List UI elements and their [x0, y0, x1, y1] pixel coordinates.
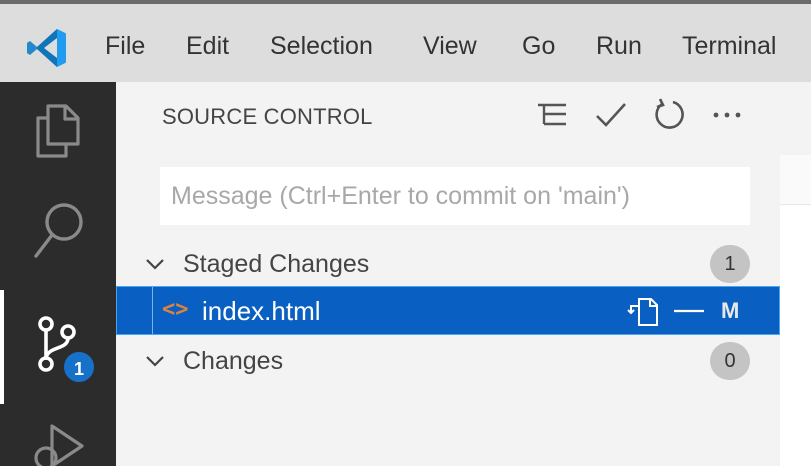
changes-label: Changes — [183, 347, 284, 375]
editor-breadcrumb-bar — [780, 155, 811, 205]
html-file-icon: <> — [162, 297, 189, 322]
staged-changes-label: Staged Changes — [183, 250, 370, 278]
chevron-down-icon — [146, 356, 164, 367]
menu-edit[interactable]: Edit — [186, 28, 229, 64]
menu-bar: File Edit Selection View Go Run Terminal — [0, 0, 811, 82]
menu-go[interactable]: Go — [522, 28, 555, 64]
more-actions-icon[interactable] — [708, 96, 746, 134]
menu-view[interactable]: View — [423, 28, 477, 64]
files-icon[interactable] — [26, 100, 90, 164]
commit-check-icon[interactable] — [592, 96, 630, 134]
staged-count-badge: 1 — [710, 245, 750, 283]
editor-tab-bar — [780, 82, 811, 155]
staged-changes-group[interactable]: Staged Changes 1 — [116, 241, 780, 287]
active-indicator — [0, 290, 4, 404]
scm-badge: 1 — [62, 350, 96, 384]
search-icon[interactable] — [26, 198, 90, 262]
file-name: index.html — [202, 296, 321, 326]
view-as-tree-icon[interactable] — [534, 96, 572, 134]
vscode-window: File Edit Selection View Go Run Terminal — [0, 0, 811, 466]
menu-run[interactable]: Run — [596, 28, 642, 64]
run-debug-icon[interactable] — [26, 418, 90, 466]
refresh-icon[interactable] — [650, 96, 688, 134]
open-file-icon[interactable] — [625, 293, 661, 329]
changes-group[interactable]: Changes 0 — [116, 338, 780, 384]
menu-terminal[interactable]: Terminal — [682, 28, 776, 64]
changes-count-badge: 0 — [710, 342, 750, 380]
file-row-index-html[interactable]: <> index.html M — [116, 286, 780, 335]
vscode-logo-icon — [27, 29, 66, 67]
chevron-down-icon — [146, 259, 164, 270]
panel-title: SOURCE CONTROL — [162, 104, 373, 129]
unstage-icon[interactable] — [671, 293, 707, 329]
commit-message-input[interactable] — [160, 167, 750, 225]
tree-indent-guide — [152, 287, 153, 334]
modified-status: M — [721, 298, 740, 323]
menu-file[interactable]: File — [105, 28, 145, 64]
menu-selection[interactable]: Selection — [270, 28, 373, 64]
